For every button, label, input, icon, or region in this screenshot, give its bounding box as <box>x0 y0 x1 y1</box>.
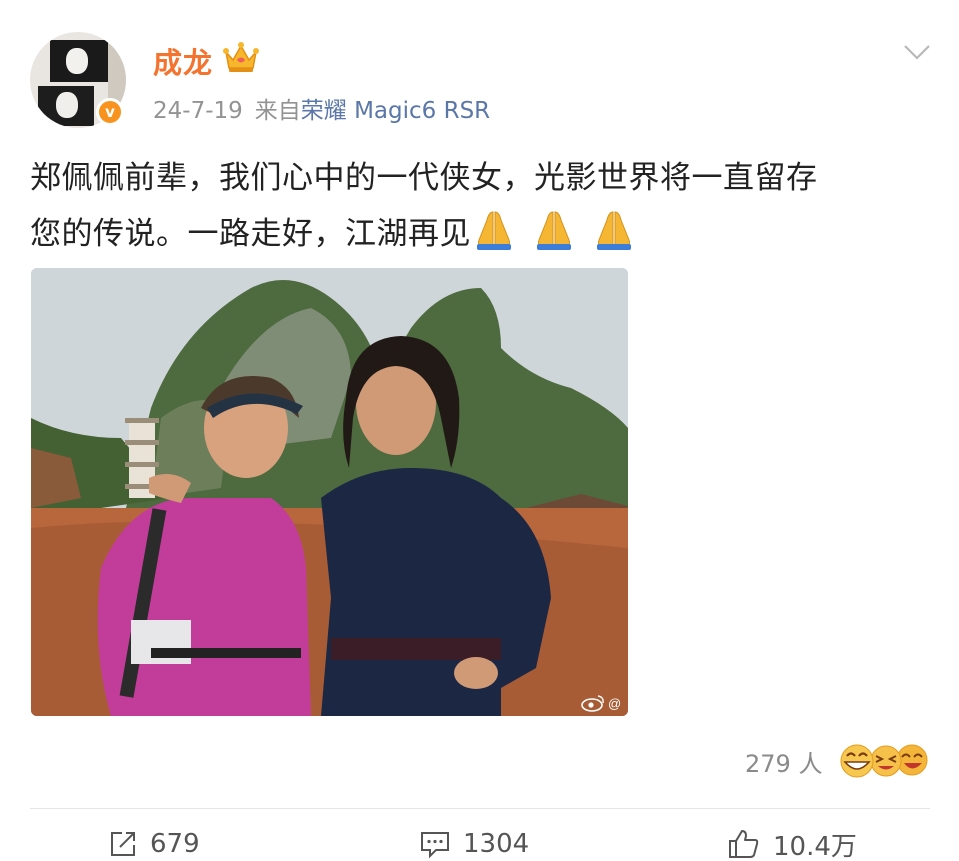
comment-count: 1304 <box>463 829 530 859</box>
post-photo[interactable]: @ <box>31 268 628 716</box>
username[interactable]: 成龙 <box>153 40 213 82</box>
photo-image <box>31 268 628 716</box>
repost-icon <box>111 832 135 856</box>
reaction-emoji-stack[interactable] <box>836 740 932 782</box>
post-meta: 24-7-19 来自荣耀 Magic6 RSR <box>153 91 490 125</box>
source-device-link[interactable]: 荣耀 Magic6 RSR <box>301 98 490 124</box>
watermark-text: @ <box>608 696 621 711</box>
weibo-post: v 成龙 24-7-19 来自荣耀 Magic6 RSR 郑佩佩前辈，我们心中的一… <box>0 0 959 861</box>
divider <box>30 808 930 809</box>
squint-emoji <box>870 745 902 777</box>
thumbs-up-icon <box>729 830 759 858</box>
post-text-line-2: 您的传说。一路走好，江湖再见 <box>30 206 910 262</box>
post-content: 郑佩佩前辈，我们心中的一代侠女，光影世界将一直留存 您的传说。一路走好，江湖再见 <box>30 150 910 262</box>
like-button[interactable]: 10.4万 <box>727 826 857 861</box>
comment-icon <box>421 832 449 859</box>
post-timestamp: 24-7-19 <box>153 98 243 124</box>
praying-hands-icon <box>477 211 511 250</box>
praying-hands-icon <box>597 211 631 250</box>
post-text-line-1: 郑佩佩前辈，我们心中的一代侠女，光影世界将一直留存 <box>30 160 818 196</box>
praying-hands-icon <box>537 211 571 250</box>
laugh-emoji <box>896 744 928 776</box>
reaction-count[interactable]: 279 人 <box>745 744 822 779</box>
comment-button[interactable]: 1304 <box>419 826 529 861</box>
weibo-logo-icon: @ <box>581 695 621 712</box>
like-count: 10.4万 <box>773 831 857 861</box>
repost-count: 679 <box>150 829 200 859</box>
grin-emoji <box>840 744 874 778</box>
chevron-down-icon[interactable] <box>902 40 932 64</box>
repost-button[interactable]: 679 <box>108 826 200 861</box>
source-prefix: 来自 <box>254 98 301 124</box>
post-text-line-2-text: 您的传说。一路走好，江湖再见 <box>30 216 471 252</box>
verified-badge-icon: v <box>96 98 124 126</box>
crown-icon <box>223 42 259 72</box>
